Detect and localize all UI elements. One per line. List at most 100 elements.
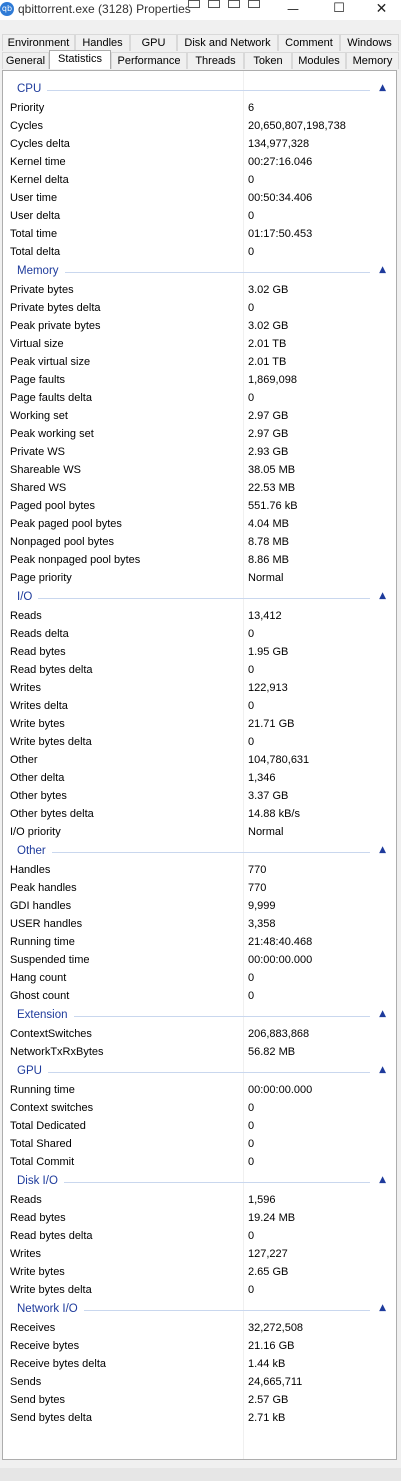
stat-row[interactable]: Other delta 1,346 xyxy=(3,769,396,787)
stat-row[interactable]: NetworkTxRxBytes 56.82 MB xyxy=(3,1043,396,1061)
stat-row[interactable]: Kernel time 00:27:16.046 xyxy=(3,153,396,171)
group-header-network-i-o[interactable]: Network I/O ▲ xyxy=(3,1301,396,1319)
stat-row[interactable]: Working set 2.97 GB xyxy=(3,407,396,425)
tab-memory[interactable]: Memory xyxy=(346,52,399,69)
stat-row[interactable]: Other 104,780,631 xyxy=(3,751,396,769)
stat-row[interactable]: Receives 32,272,508 xyxy=(3,1319,396,1337)
stat-row[interactable]: Peak paged pool bytes 4.04 MB xyxy=(3,515,396,533)
maximize-button[interactable]: ☐ xyxy=(316,0,362,20)
chevron-up-icon[interactable]: ▲ xyxy=(379,1303,386,1313)
tab-comment[interactable]: Comment xyxy=(278,34,340,51)
stat-row[interactable]: Write bytes 21.71 GB xyxy=(3,715,396,733)
stat-row[interactable]: Peak working set 2.97 GB xyxy=(3,425,396,443)
tab-statistics[interactable]: Statistics xyxy=(49,50,111,69)
stat-value: 3.02 GB xyxy=(248,320,289,332)
stat-row[interactable]: Reads 1,596 xyxy=(3,1191,396,1209)
chevron-up-icon[interactable]: ▲ xyxy=(379,1175,386,1185)
group-header-disk-i-o[interactable]: Disk I/O ▲ xyxy=(3,1173,396,1191)
stat-row[interactable]: Nonpaged pool bytes 8.78 MB xyxy=(3,533,396,551)
tab-threads[interactable]: Threads xyxy=(187,52,244,69)
group-header-extension[interactable]: Extension ▲ xyxy=(3,1007,396,1025)
stat-row[interactable]: Peak handles 770 xyxy=(3,879,396,897)
stat-row[interactable]: GDI handles 9,999 xyxy=(3,897,396,915)
stat-row[interactable]: Other bytes delta 14.88 kB/s xyxy=(3,805,396,823)
stat-row[interactable]: Send bytes delta 2.71 kB xyxy=(3,1409,396,1427)
stat-row[interactable]: Shared WS 22.53 MB xyxy=(3,479,396,497)
stat-row[interactable]: Total Shared 0 xyxy=(3,1135,396,1153)
stat-row[interactable]: Write bytes delta 0 xyxy=(3,733,396,751)
stat-row[interactable]: Suspended time 00:00:00.000 xyxy=(3,951,396,969)
tab-windows[interactable]: Windows xyxy=(340,34,399,51)
stat-row[interactable]: Context switches 0 xyxy=(3,1099,396,1117)
stat-row[interactable]: Write bytes 2.65 GB xyxy=(3,1263,396,1281)
stat-row[interactable]: Cycles 20,650,807,198,738 xyxy=(3,117,396,135)
stat-row[interactable]: Kernel delta 0 xyxy=(3,171,396,189)
stat-row[interactable]: Page priority Normal xyxy=(3,569,396,587)
tab-modules[interactable]: Modules xyxy=(292,52,346,69)
stat-row[interactable]: Virtual size 2.01 TB xyxy=(3,335,396,353)
stat-row[interactable]: User time 00:50:34.406 xyxy=(3,189,396,207)
tab-gpu[interactable]: GPU xyxy=(130,34,177,51)
stat-row[interactable]: Reads 13,412 xyxy=(3,607,396,625)
stat-row[interactable]: Shareable WS 38.05 MB xyxy=(3,461,396,479)
stat-row[interactable]: Writes 122,913 xyxy=(3,679,396,697)
tab-handles[interactable]: Handles xyxy=(75,34,130,51)
stat-row[interactable]: Reads delta 0 xyxy=(3,625,396,643)
stat-row[interactable]: Send bytes 2.57 GB xyxy=(3,1391,396,1409)
stat-row[interactable]: Hang count 0 xyxy=(3,969,396,987)
chevron-up-icon[interactable]: ▲ xyxy=(379,845,386,855)
chevron-up-icon[interactable]: ▲ xyxy=(379,1009,386,1019)
stat-row[interactable]: Private bytes 3.02 GB xyxy=(3,281,396,299)
stat-row[interactable]: Peak virtual size 2.01 TB xyxy=(3,353,396,371)
group-header-cpu[interactable]: CPU ▲ xyxy=(3,81,396,99)
stat-row[interactable]: Total Commit 0 xyxy=(3,1153,396,1171)
chevron-up-icon[interactable]: ▲ xyxy=(379,591,386,601)
chevron-up-icon[interactable]: ▲ xyxy=(379,265,386,275)
stat-row[interactable]: Peak private bytes 3.02 GB xyxy=(3,317,396,335)
stat-row[interactable]: Writes delta 0 xyxy=(3,697,396,715)
stat-row[interactable]: User delta 0 xyxy=(3,207,396,225)
stat-row[interactable]: Private WS 2.93 GB xyxy=(3,443,396,461)
minimize-button[interactable]: — xyxy=(270,0,316,20)
stat-row[interactable]: Total time 01:17:50.453 xyxy=(3,225,396,243)
stat-row[interactable]: Read bytes 19.24 MB xyxy=(3,1209,396,1227)
stat-row[interactable]: Paged pool bytes 551.76 kB xyxy=(3,497,396,515)
stat-row[interactable]: Peak nonpaged pool bytes 8.86 MB xyxy=(3,551,396,569)
stat-row[interactable]: Total delta 0 xyxy=(3,243,396,261)
title-bar[interactable]: qb qbittorrent.exe (3128) Properties — ☐… xyxy=(0,0,401,20)
group-header-memory[interactable]: Memory ▲ xyxy=(3,263,396,281)
stat-row[interactable]: Read bytes delta 0 xyxy=(3,1227,396,1245)
stat-row[interactable]: Read bytes delta 0 xyxy=(3,661,396,679)
stat-row[interactable]: Running time 21:48:40.468 xyxy=(3,933,396,951)
tab-environment[interactable]: Environment xyxy=(2,34,75,51)
stat-row[interactable]: Write bytes delta 0 xyxy=(3,1281,396,1299)
stat-row[interactable]: Sends 24,665,711 xyxy=(3,1373,396,1391)
stat-row[interactable]: Receive bytes delta 1.44 kB xyxy=(3,1355,396,1373)
stat-row[interactable]: Priority 6 xyxy=(3,99,396,117)
group-header-other[interactable]: Other ▲ xyxy=(3,843,396,861)
tab-general[interactable]: General xyxy=(2,52,49,69)
tab-performance[interactable]: Performance xyxy=(111,52,187,69)
close-button[interactable]: ✕ xyxy=(362,0,401,20)
stat-row[interactable]: Other bytes 3.37 GB xyxy=(3,787,396,805)
group-header-i-o[interactable]: I/O ▲ xyxy=(3,589,396,607)
stat-row[interactable]: Ghost count 0 xyxy=(3,987,396,1005)
tab-disk-and-network[interactable]: Disk and Network xyxy=(177,34,278,51)
stat-row[interactable]: Running time 00:00:00.000 xyxy=(3,1081,396,1099)
stat-row[interactable]: Handles 770 xyxy=(3,861,396,879)
stat-row[interactable]: Total Dedicated 0 xyxy=(3,1117,396,1135)
stat-row[interactable]: ContextSwitches 206,883,868 xyxy=(3,1025,396,1043)
stat-row[interactable]: Page faults delta 0 xyxy=(3,389,396,407)
stat-row[interactable]: Read bytes 1.95 GB xyxy=(3,643,396,661)
tab-token[interactable]: Token xyxy=(244,52,292,69)
stat-row[interactable]: USER handles 3,358 xyxy=(3,915,396,933)
stat-row[interactable]: Private bytes delta 0 xyxy=(3,299,396,317)
group-header-gpu[interactable]: GPU ▲ xyxy=(3,1063,396,1081)
stat-row[interactable]: Writes 127,227 xyxy=(3,1245,396,1263)
chevron-up-icon[interactable]: ▲ xyxy=(379,83,386,93)
stat-row[interactable]: Receive bytes 21.16 GB xyxy=(3,1337,396,1355)
stat-row[interactable]: I/O priority Normal xyxy=(3,823,396,841)
stat-row[interactable]: Page faults 1,869,098 xyxy=(3,371,396,389)
chevron-up-icon[interactable]: ▲ xyxy=(379,1065,386,1075)
stat-row[interactable]: Cycles delta 134,977,328 xyxy=(3,135,396,153)
